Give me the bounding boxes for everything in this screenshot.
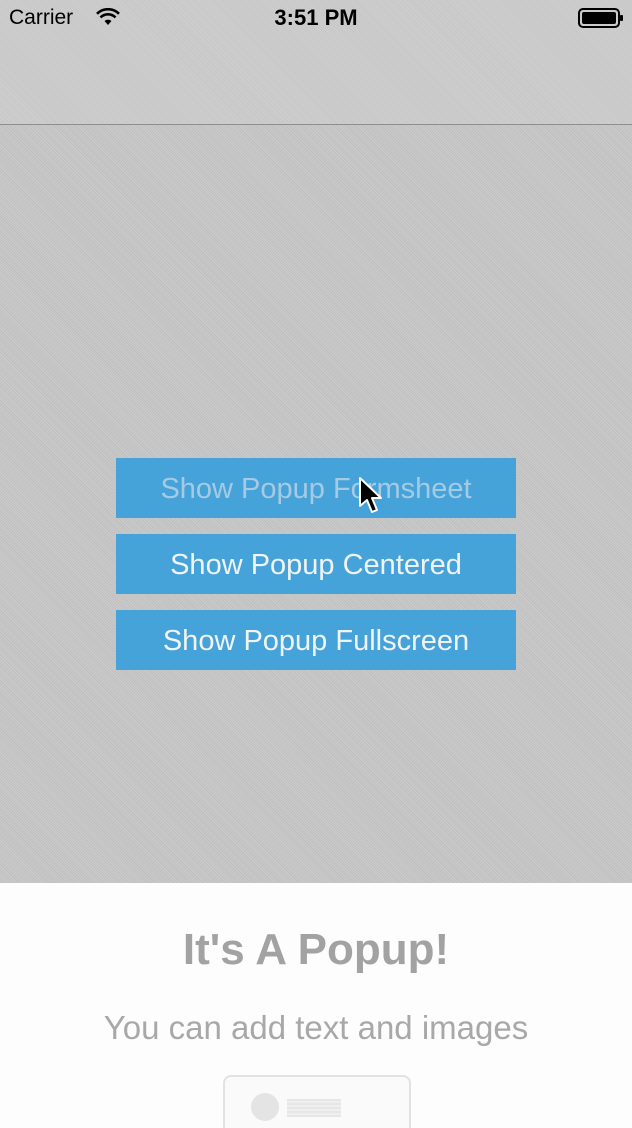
popup-title: It's A Popup! bbox=[182, 925, 450, 974]
battery-icon bbox=[578, 8, 623, 28]
popup-image-placeholder bbox=[223, 1075, 411, 1128]
show-popup-formsheet-button[interactable]: Show Popup Formsheet bbox=[116, 458, 516, 518]
image-circle bbox=[251, 1093, 279, 1121]
popup-sheet: It's A Popup! You can add text and image… bbox=[0, 883, 632, 1128]
show-popup-fullscreen-button[interactable]: Show Popup Fullscreen bbox=[116, 610, 516, 670]
image-bar bbox=[287, 1099, 341, 1117]
mouse-cursor-icon bbox=[359, 477, 382, 513]
popup-subtitle: You can add text and images bbox=[103, 1009, 529, 1046]
status-bar: Carrier 3:51 PM bbox=[0, 0, 632, 40]
clock: 3:51 PM bbox=[274, 5, 358, 30]
show-popup-centered-button[interactable]: Show Popup Centered bbox=[116, 534, 516, 594]
screen: Carrier 3:51 PM Show Popup Formsheet Sho… bbox=[0, 0, 632, 1128]
